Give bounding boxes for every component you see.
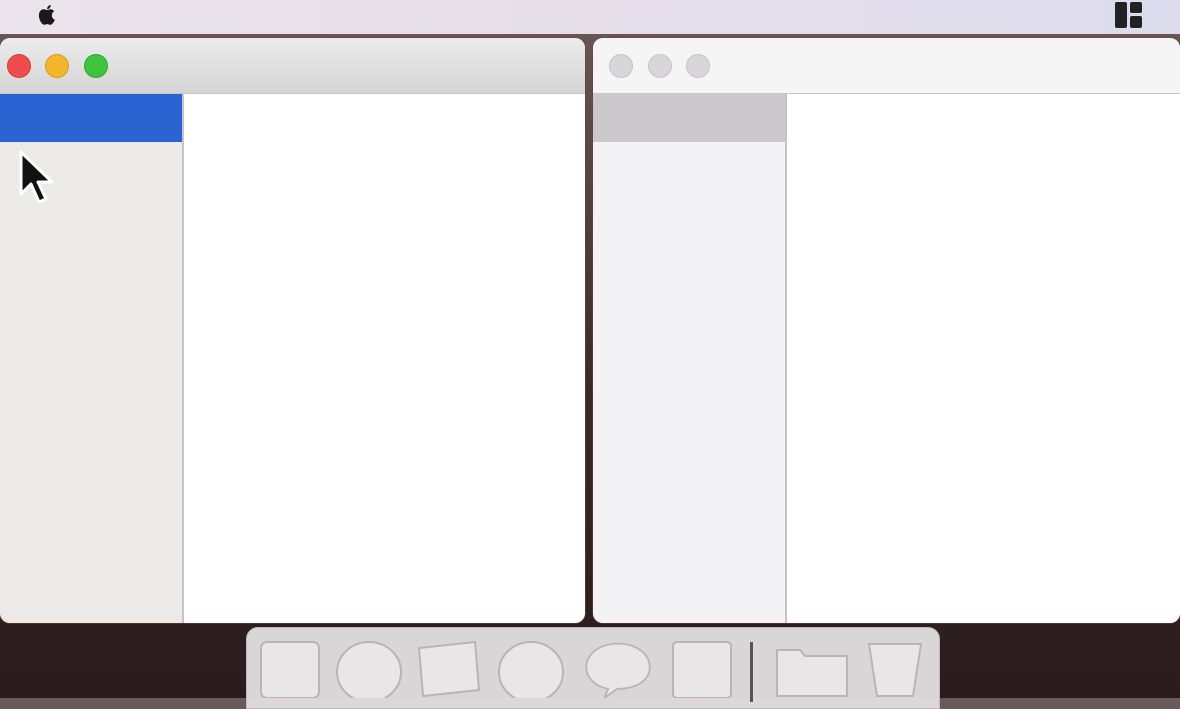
square-app-icon[interactable]	[259, 640, 321, 698]
titlebar[interactable]	[593, 38, 1180, 94]
trash-icon[interactable]	[865, 640, 925, 698]
dock	[246, 627, 940, 709]
maximize-button[interactable]	[686, 54, 710, 78]
folder-icon[interactable]	[774, 640, 850, 698]
dock-separator	[750, 642, 753, 702]
window-left	[0, 38, 585, 623]
apple-logo-icon[interactable]	[32, 2, 60, 30]
minimize-button[interactable]	[45, 54, 69, 78]
sidebar-item-selected[interactable]	[0, 94, 182, 142]
minimize-button[interactable]	[648, 54, 672, 78]
menu-extra-icon[interactable]	[1112, 0, 1146, 30]
tilted-square-app-icon[interactable]	[415, 640, 481, 698]
mouse-pointer-icon	[19, 150, 54, 204]
titlebar[interactable]	[0, 38, 585, 94]
square-app-icon[interactable]	[671, 640, 733, 698]
maximize-button[interactable]	[84, 54, 108, 78]
circle-app-icon[interactable]	[335, 640, 403, 698]
sidebar-item-selected[interactable]	[593, 94, 785, 142]
close-button[interactable]	[609, 54, 633, 78]
circle-app-icon[interactable]	[497, 640, 565, 698]
content-area	[184, 94, 585, 623]
menu-bar	[0, 0, 1180, 34]
close-button[interactable]	[7, 54, 31, 78]
speech-bubble-app-icon[interactable]	[581, 640, 655, 698]
content-area	[787, 94, 1180, 623]
sidebar	[593, 94, 787, 623]
window-right	[593, 38, 1180, 623]
